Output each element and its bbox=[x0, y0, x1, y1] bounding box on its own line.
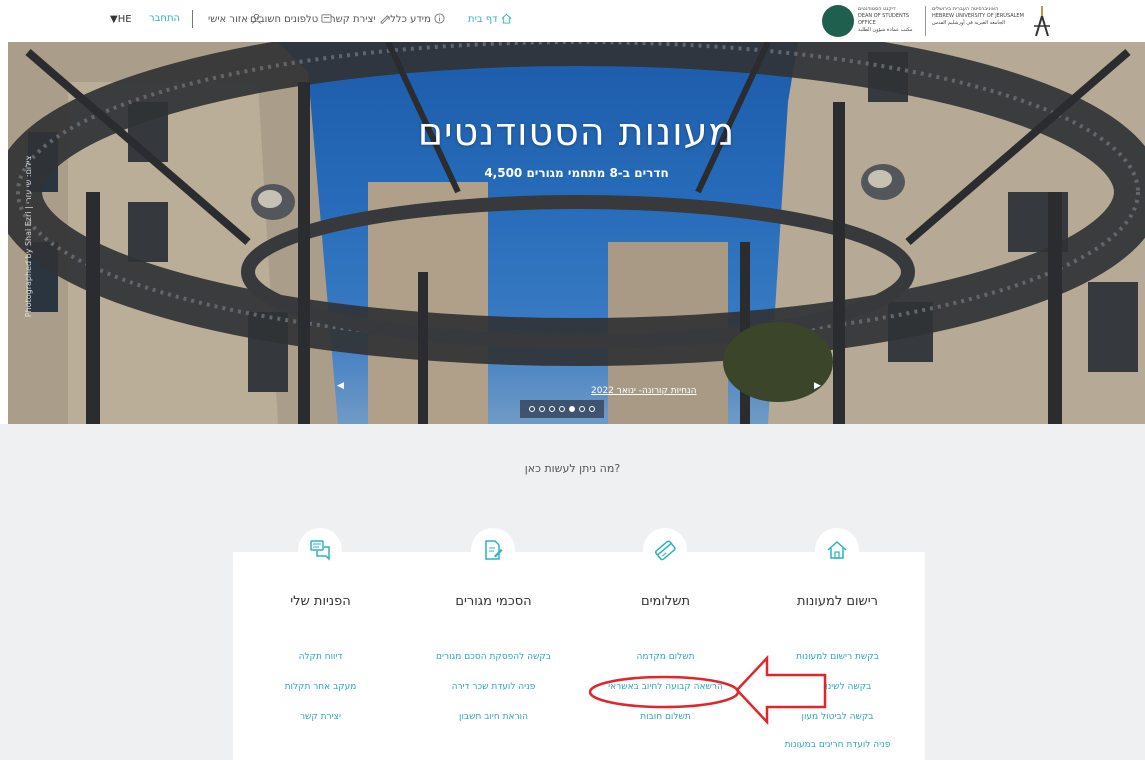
report-fault-link[interactable]: דיווח תקלה bbox=[233, 652, 408, 662]
slide-caption-link[interactable]: הנחיות קורונה- ינואר 2022 bbox=[591, 386, 697, 396]
slider-dot[interactable] bbox=[559, 406, 565, 412]
card-title: רישום למעונות bbox=[797, 594, 878, 609]
home-icon bbox=[501, 13, 512, 24]
contact-label: יצירת קשר bbox=[330, 14, 376, 25]
slider-dot[interactable] bbox=[549, 406, 555, 412]
section-question: מה ניתן לעשות כאן? bbox=[524, 462, 621, 475]
slider-next-arrow[interactable]: ▶ bbox=[814, 381, 821, 391]
hero-photo bbox=[8, 42, 1145, 424]
photo-credit: Photographed by Shai Ezri | צילום: שי עז… bbox=[24, 155, 34, 318]
speech-bubbles-icon bbox=[298, 528, 342, 572]
advance-payment-link[interactable]: תשלום מקדמה bbox=[578, 652, 753, 662]
dean-office-logo[interactable] bbox=[822, 5, 854, 37]
info-icon bbox=[434, 13, 445, 24]
card-housing-agreements: הסכמי מגורים בקשה להפסקת הסכם מגורים פני… bbox=[406, 528, 581, 760]
credit-authorization-link[interactable]: הרשאה קבועה לחיוב באשראי bbox=[578, 682, 753, 692]
direct-debit-link[interactable]: הוראת חיוב חשבון bbox=[406, 712, 581, 722]
important-phones-label: טלפונים חשובים bbox=[250, 14, 319, 25]
dorm-change-link[interactable]: בקשה לשינוי מעון bbox=[750, 682, 925, 692]
login-link[interactable]: התחבר bbox=[149, 13, 180, 24]
contact-us-link[interactable]: יצירת קשר bbox=[233, 712, 408, 722]
nav-divider bbox=[192, 10, 193, 28]
slider-dot[interactable] bbox=[529, 406, 535, 412]
slider-prev-arrow[interactable]: ◀ bbox=[337, 381, 344, 391]
top-navigation-bar: ▼HE התחבר אזור אישי טלפונים חשובים יצירת… bbox=[0, 0, 1145, 42]
exceptions-committee-link[interactable]: פניה לועדת חריגים במעונות bbox=[750, 740, 925, 750]
dean-office-logo-text: דיקנט הסטודנטים DEAN OF STUDENTS OFFICE مك… bbox=[858, 6, 913, 33]
home-label: דף בית bbox=[468, 14, 498, 25]
card-my-requests: הפניות שלי דיווח תקלה מעקב אחר תקלות יצי… bbox=[233, 528, 408, 760]
card-title: הפניות שלי bbox=[290, 594, 351, 609]
university-emblem-icon[interactable] bbox=[1030, 4, 1054, 38]
slider-dot[interactable] bbox=[569, 406, 575, 412]
credit-card-icon bbox=[643, 528, 687, 572]
card-title: תשלומים bbox=[640, 594, 691, 609]
slider-dot[interactable] bbox=[579, 406, 585, 412]
dorm-cancel-link[interactable]: בקשה לביטול מעון bbox=[750, 712, 925, 722]
language-selector[interactable]: ▼HE bbox=[110, 14, 132, 25]
contact-link[interactable]: יצירת קשר bbox=[330, 13, 393, 25]
dorm-registration-link[interactable]: בקשת רישום למעונות bbox=[750, 652, 925, 662]
university-logo-text: האוניברסיטה העברית בירושלים HEBREW UNIVER… bbox=[932, 6, 1024, 26]
logo-divider bbox=[925, 6, 926, 36]
important-phones-link[interactable]: טלפונים חשובים bbox=[250, 13, 335, 25]
card-title: הסכמי מגורים bbox=[455, 594, 532, 609]
hero-title: מעונות הסטודנטים bbox=[417, 110, 736, 154]
card-payments: תשלומים תשלום מקדמה הרשאה קבועה לחיוב בא… bbox=[578, 528, 753, 760]
hero-subtitle: 4,500 חדרים ב-8 מתחמי מגורים bbox=[484, 166, 669, 180]
services-section: מה ניתן לעשות כאן? הפניות שלי דיווח תקלה… bbox=[0, 424, 1145, 760]
hero-banner: מעונות הסטודנטים 4,500 חדרים ב-8 מתחמי מ… bbox=[8, 42, 1145, 424]
track-faults-link[interactable]: מעקב אחר תקלות bbox=[233, 682, 408, 692]
general-info-link[interactable]: מידע כללי bbox=[388, 13, 448, 25]
card-dorm-registration: רישום למעונות בקשת רישום למעונות בקשה לש… bbox=[750, 528, 925, 760]
home-link[interactable]: דף בית bbox=[468, 13, 515, 25]
house-icon bbox=[815, 528, 859, 572]
rent-committee-link[interactable]: פניה לועדת שכר דירה bbox=[406, 682, 581, 692]
personal-area-label: אזור אישי bbox=[208, 14, 248, 25]
debt-payment-link[interactable]: תשלום חובות bbox=[578, 712, 753, 722]
slider-pagination bbox=[520, 400, 604, 418]
slider-dot[interactable] bbox=[539, 406, 545, 412]
general-info-label: מידע כללי bbox=[388, 14, 431, 25]
terminate-agreement-link[interactable]: בקשה להפסקת הסכם מגורים bbox=[406, 652, 581, 662]
document-edit-icon bbox=[471, 528, 515, 572]
slider-dot[interactable] bbox=[589, 406, 595, 412]
